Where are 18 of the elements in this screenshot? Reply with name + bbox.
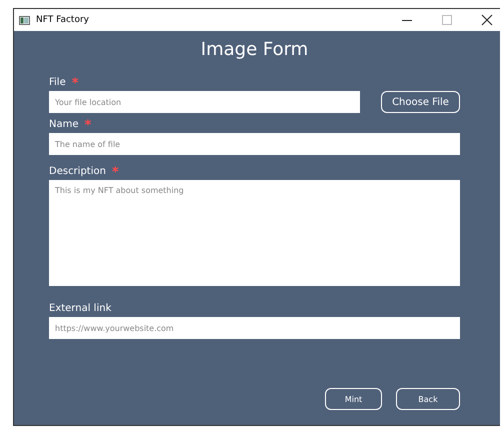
- app-icon: [19, 16, 30, 24]
- field-label: Name: [49, 119, 79, 132]
- required-mark: *: [84, 119, 92, 133]
- action-button[interactable]: Back: [396, 388, 460, 410]
- required-mark: *: [72, 77, 79, 91]
- action-button[interactable]: Mint: [325, 388, 382, 410]
- required-mark: *: [112, 166, 119, 180]
- close-icon[interactable]: [480, 13, 494, 27]
- choose-file-button[interactable]: Choose File: [381, 91, 460, 113]
- form-title: Image Form: [200, 39, 310, 61]
- input-field[interactable]: https://www.yourwebsite.com: [49, 317, 460, 339]
- field-label: File: [49, 77, 66, 90]
- field-label: Description: [49, 166, 106, 179]
- input-field[interactable]: Your file location: [49, 91, 360, 113]
- input-field[interactable]: The name of file: [49, 133, 460, 155]
- field-label: External link: [49, 303, 112, 316]
- window-title: NFT Factory: [36, 15, 90, 25]
- text-area[interactable]: This is my NFT about something: [49, 180, 460, 286]
